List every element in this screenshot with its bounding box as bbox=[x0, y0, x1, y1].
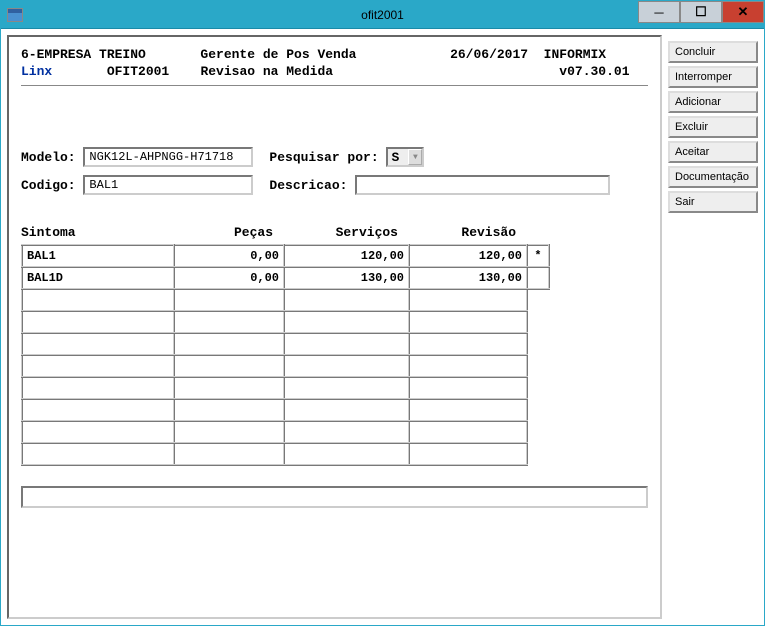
cell-revisao[interactable] bbox=[409, 289, 527, 311]
minimize-button[interactable]: ─ bbox=[638, 1, 680, 23]
cell-sintoma[interactable] bbox=[22, 289, 174, 311]
status-bar bbox=[21, 486, 648, 508]
descricao-input[interactable] bbox=[355, 175, 610, 195]
cell-revisao[interactable] bbox=[409, 311, 527, 333]
cell-pecas[interactable]: 0,00 bbox=[174, 267, 284, 289]
sair-button[interactable]: Sair bbox=[668, 191, 758, 213]
header-line-2-rest: OFIT2001 Revisao na Medida v07.30.01 bbox=[52, 64, 629, 79]
pesquisar-label: Pesquisar por: bbox=[269, 150, 386, 165]
cell-pecas[interactable] bbox=[174, 355, 284, 377]
cell-pecas[interactable] bbox=[174, 289, 284, 311]
codigo-label: Codigo: bbox=[21, 178, 83, 193]
button-panel: Concluir Interromper Adicionar Excluir A… bbox=[668, 35, 758, 619]
documentacao-button[interactable]: Documentação bbox=[668, 166, 758, 188]
cell-servicos[interactable] bbox=[284, 311, 409, 333]
cell-revisao[interactable] bbox=[409, 421, 527, 443]
table-row[interactable]: BAL10,00120,00120,00* bbox=[22, 245, 549, 267]
cell-pecas[interactable] bbox=[174, 443, 284, 465]
application-window: ofit2001 ─ ☐ ✕ 6-EMPRESA TREINO Gerente … bbox=[0, 0, 765, 626]
descricao-label: Descricao: bbox=[269, 178, 355, 193]
header-line-2: Linx OFIT2001 Revisao na Medida v07.30.0… bbox=[21, 64, 648, 79]
cell-pecas[interactable] bbox=[174, 421, 284, 443]
interromper-button[interactable]: Interromper bbox=[668, 66, 758, 88]
cell-revisao[interactable] bbox=[409, 443, 527, 465]
cell-revisao[interactable]: 130,00 bbox=[409, 267, 527, 289]
cell-sintoma[interactable] bbox=[22, 333, 174, 355]
cell-servicos[interactable] bbox=[284, 355, 409, 377]
linx-label: Linx bbox=[21, 64, 52, 79]
header-line-1: 6-EMPRESA TREINO Gerente de Pos Venda 26… bbox=[21, 47, 648, 62]
cell-servicos[interactable]: 120,00 bbox=[284, 245, 409, 267]
cell-sintoma[interactable]: BAL1 bbox=[22, 245, 174, 267]
pesquisar-value: S bbox=[391, 150, 399, 165]
cell-sintoma[interactable] bbox=[22, 355, 174, 377]
main-panel: 6-EMPRESA TREINO Gerente de Pos Venda 26… bbox=[7, 35, 662, 619]
modelo-label: Modelo: bbox=[21, 150, 83, 165]
pesquisar-dropdown[interactable]: S ▼ bbox=[386, 147, 424, 167]
table-row[interactable] bbox=[22, 443, 549, 465]
chevron-down-icon: ▼ bbox=[408, 149, 422, 165]
cell-sintoma[interactable] bbox=[22, 421, 174, 443]
table-row[interactable] bbox=[22, 289, 549, 311]
cell-sintoma[interactable]: BAL1D bbox=[22, 267, 174, 289]
col-header-revisao: Revisão bbox=[408, 225, 526, 240]
cell-pecas[interactable] bbox=[174, 399, 284, 421]
window-title: ofit2001 bbox=[361, 8, 404, 22]
divider bbox=[21, 85, 648, 87]
cell-revisao[interactable] bbox=[409, 377, 527, 399]
cell-revisao[interactable] bbox=[409, 355, 527, 377]
close-button[interactable]: ✕ bbox=[722, 1, 764, 23]
col-header-pecas: Peças bbox=[173, 225, 283, 240]
cell-sintoma[interactable] bbox=[22, 443, 174, 465]
table-row[interactable] bbox=[22, 311, 549, 333]
data-table: BAL10,00120,00120,00*BAL1D0,00130,00130,… bbox=[21, 244, 550, 466]
cell-servicos[interactable]: 130,00 bbox=[284, 267, 409, 289]
form-area: Modelo: Pesquisar por: S ▼ Codigo: Descr… bbox=[21, 147, 648, 203]
cell-servicos[interactable] bbox=[284, 333, 409, 355]
table-area: Sintoma Peças Serviços Revisão BAL10,001… bbox=[21, 225, 648, 466]
modelo-input[interactable] bbox=[83, 147, 253, 167]
cell-servicos[interactable] bbox=[284, 289, 409, 311]
cell-pecas[interactable] bbox=[174, 377, 284, 399]
concluir-button[interactable]: Concluir bbox=[668, 41, 758, 63]
cell-pecas[interactable] bbox=[174, 311, 284, 333]
cell-sintoma[interactable] bbox=[22, 377, 174, 399]
table-row[interactable]: BAL1D0,00130,00130,00 bbox=[22, 267, 549, 289]
table-row[interactable] bbox=[22, 355, 549, 377]
cell-extra[interactable] bbox=[527, 267, 549, 289]
window-body: 6-EMPRESA TREINO Gerente de Pos Venda 26… bbox=[1, 29, 764, 625]
adicionar-button[interactable]: Adicionar bbox=[668, 91, 758, 113]
cell-pecas[interactable] bbox=[174, 333, 284, 355]
maximize-button[interactable]: ☐ bbox=[680, 1, 722, 23]
cell-revisao[interactable] bbox=[409, 399, 527, 421]
col-header-servicos: Serviços bbox=[283, 225, 408, 240]
cell-servicos[interactable] bbox=[284, 399, 409, 421]
cell-servicos[interactable] bbox=[284, 443, 409, 465]
cell-pecas[interactable]: 0,00 bbox=[174, 245, 284, 267]
app-icon bbox=[7, 8, 23, 22]
cell-sintoma[interactable] bbox=[22, 311, 174, 333]
cell-extra[interactable]: * bbox=[527, 245, 549, 267]
cell-revisao[interactable]: 120,00 bbox=[409, 245, 527, 267]
cell-servicos[interactable] bbox=[284, 421, 409, 443]
col-header-sintoma: Sintoma bbox=[21, 225, 173, 240]
cell-servicos[interactable] bbox=[284, 377, 409, 399]
excluir-button[interactable]: Excluir bbox=[668, 116, 758, 138]
table-row[interactable] bbox=[22, 333, 549, 355]
aceitar-button[interactable]: Aceitar bbox=[668, 141, 758, 163]
table-row[interactable] bbox=[22, 377, 549, 399]
table-row[interactable] bbox=[22, 399, 549, 421]
cell-sintoma[interactable] bbox=[22, 399, 174, 421]
codigo-input[interactable] bbox=[83, 175, 253, 195]
titlebar[interactable]: ofit2001 ─ ☐ ✕ bbox=[1, 1, 764, 29]
table-row[interactable] bbox=[22, 421, 549, 443]
cell-revisao[interactable] bbox=[409, 333, 527, 355]
